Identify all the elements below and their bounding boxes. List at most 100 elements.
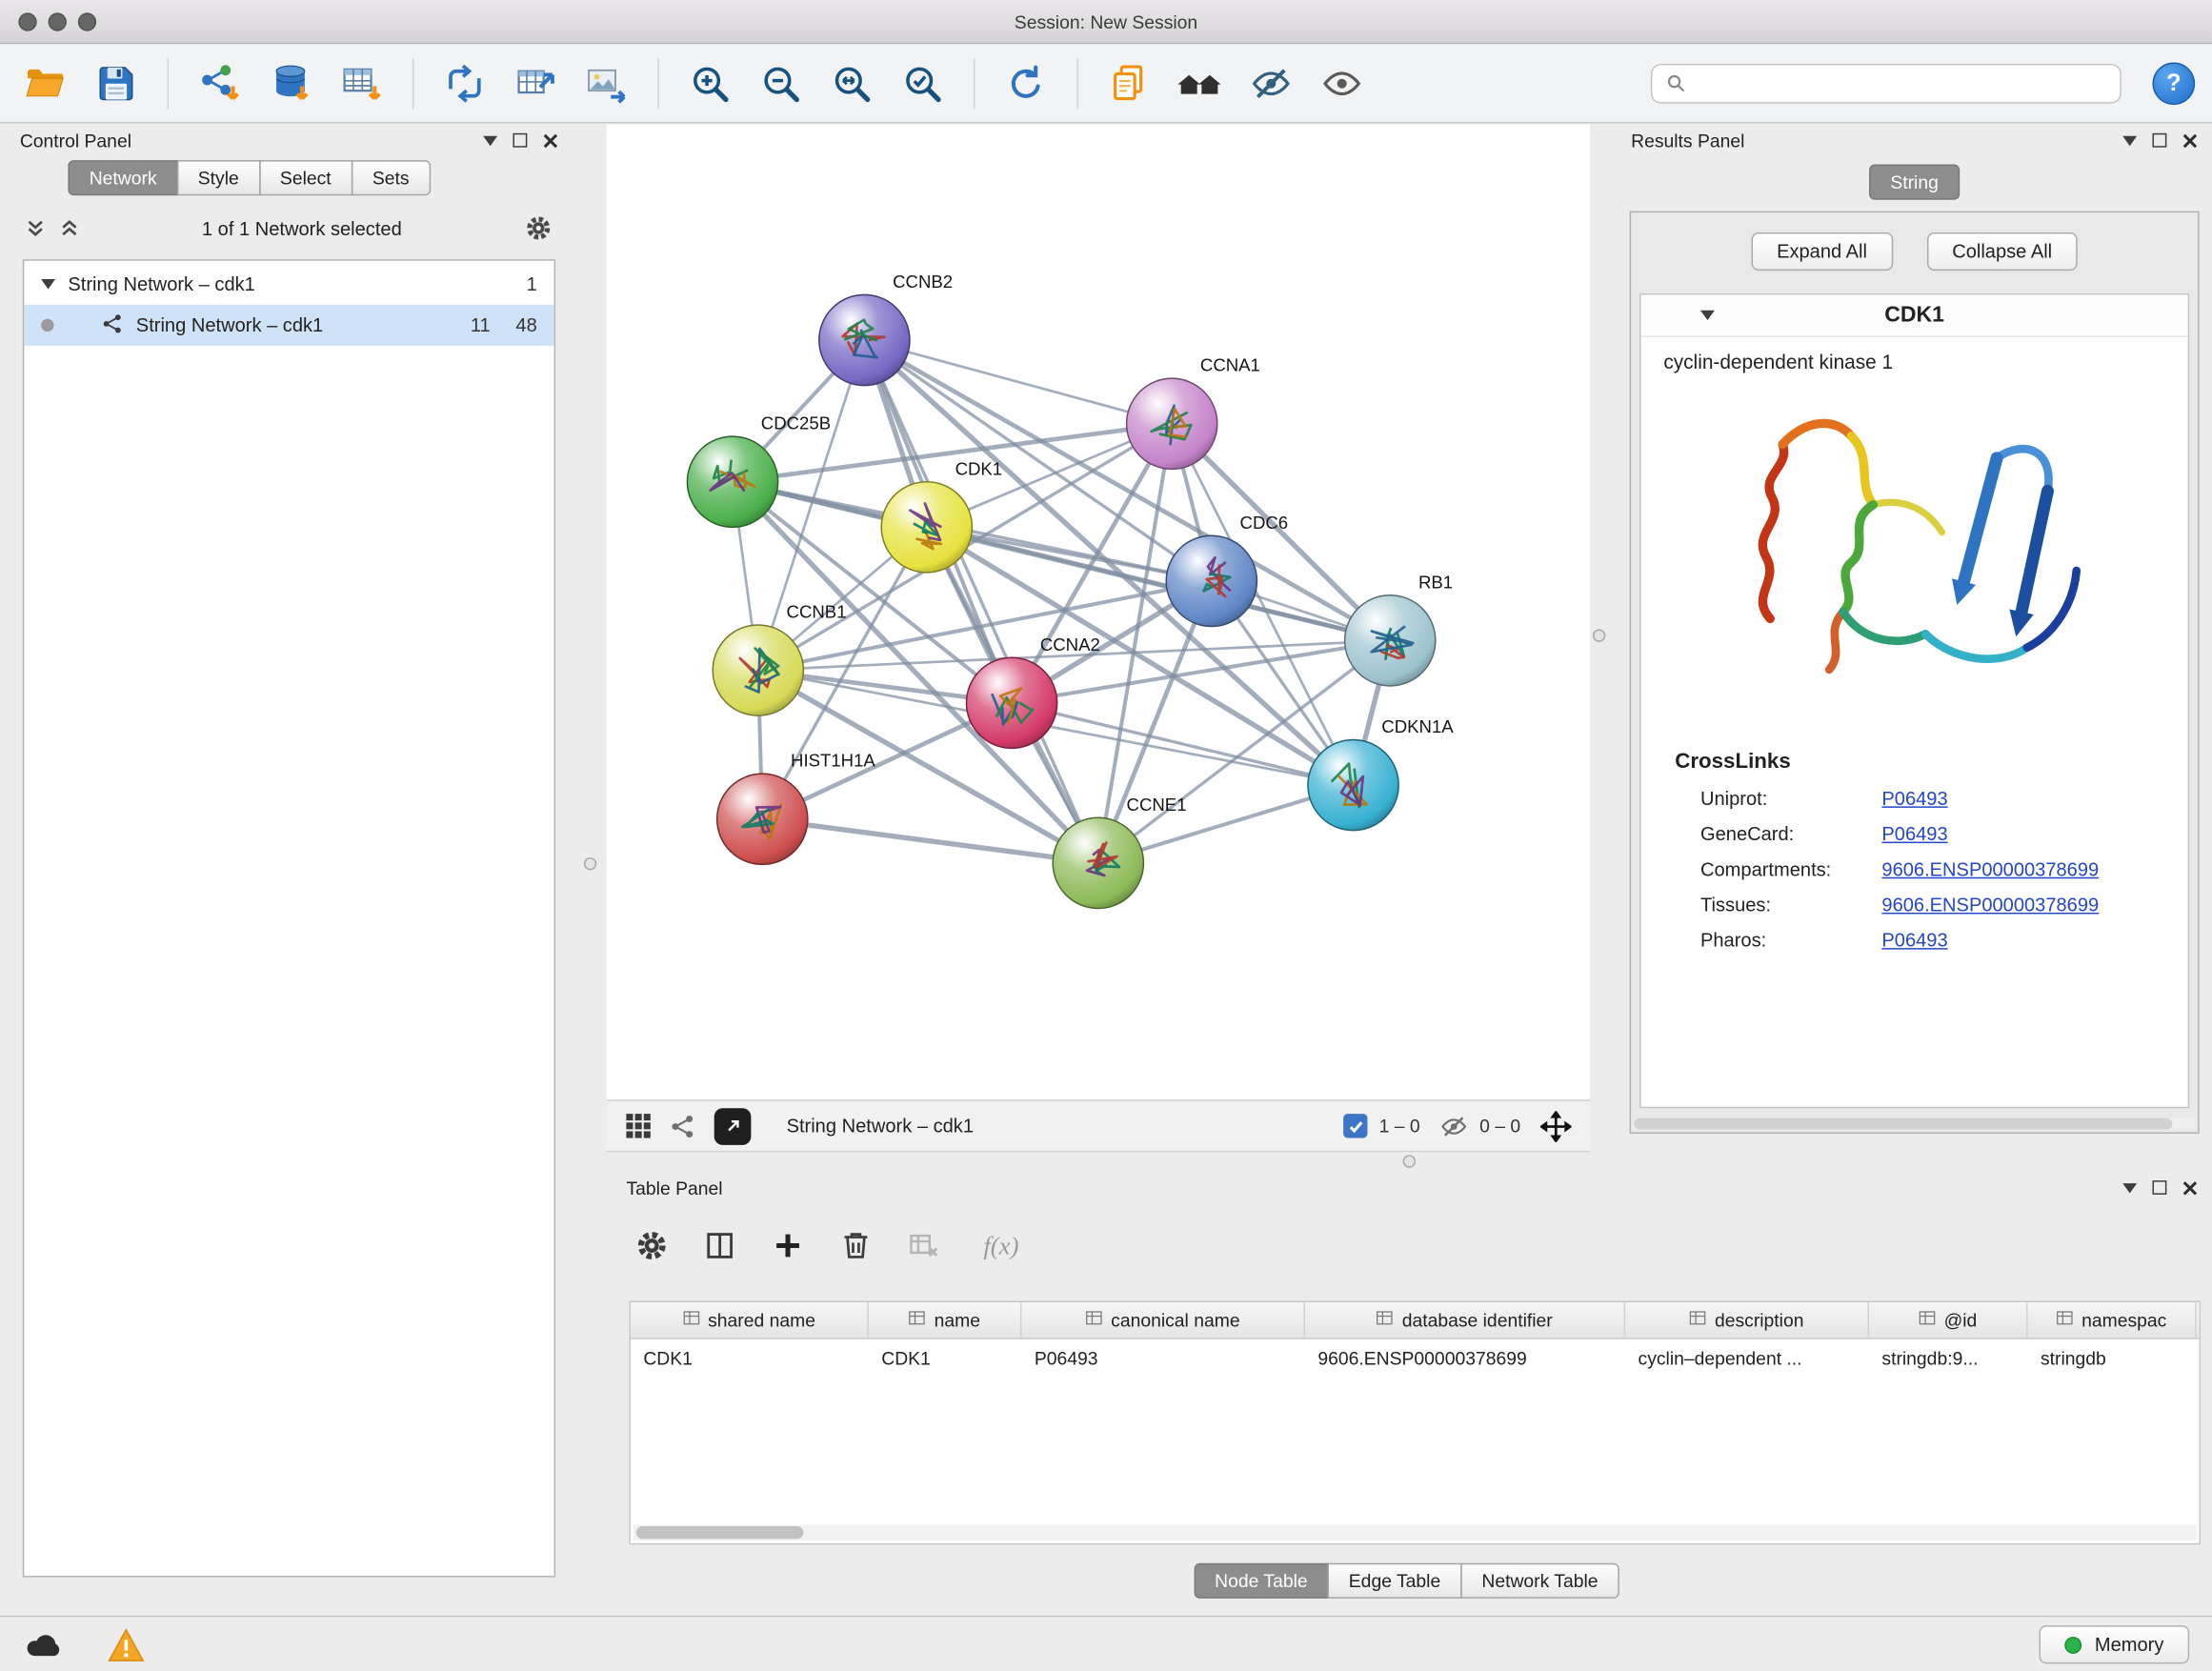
grid-view-icon[interactable] [625,1113,652,1139]
collapse-all-icon[interactable] [26,218,46,238]
network-graph[interactable]: CCNB2CCNA1CDC25BCDK1CDC6RB1CCNB1CCNA2CDK… [607,125,1590,1099]
network-layout-button[interactable] [436,53,493,112]
splitter-handle[interactable] [584,857,596,870]
panel-menu-icon[interactable] [2122,1182,2137,1192]
node-CDKN1A[interactable]: CDKN1A [1308,716,1454,831]
zoom-selected-button[interactable] [895,53,952,112]
crosslink-uniprot[interactable]: P06493 [1881,788,1947,809]
column-header-canonical-name[interactable]: canonical name [1021,1302,1305,1338]
memory-button[interactable]: Memory [2040,1625,2189,1663]
delete-trash-icon[interactable] [839,1229,874,1263]
table-horizontal-scrollbar[interactable] [633,1525,2197,1540]
network-canvas[interactable]: CCNB2CCNA1CDC25BCDK1CDC6RB1CCNB1CCNA2CDK… [607,125,1590,1099]
zoom-in-button[interactable] [681,53,738,112]
panel-menu-icon[interactable] [2122,135,2137,145]
search-input[interactable] [1695,72,2107,93]
help-button[interactable]: ? [2153,62,2196,105]
collapse-tree-icon[interactable] [41,279,55,289]
panel-close-icon[interactable] [2182,132,2198,148]
save-session-button[interactable] [88,53,144,112]
panel-float-icon[interactable] [2153,133,2167,148]
column-header-id[interactable]: @id [1869,1302,2028,1338]
column-header-database-identifier[interactable]: database identifier [1305,1302,1625,1338]
table-column-icon-wrap [1689,1309,1706,1330]
results-tab-string[interactable]: String [1869,165,1960,200]
protein-card-header[interactable]: CDK1 [1641,294,2188,337]
open-session-button[interactable] [17,53,74,112]
column-header-name[interactable]: name [869,1302,1022,1338]
search-box[interactable] [1651,63,2122,103]
column-header-description[interactable]: description [1625,1302,1869,1338]
maximize-window-button[interactable] [78,12,96,30]
eye-icon [1320,62,1363,105]
splitter-handle[interactable] [1403,1155,1416,1167]
protein-result-card: CDK1 cyclin-dependent kinase 1 [1639,293,2189,1108]
open-in-window-button[interactable] [714,1107,752,1144]
edge-CCNA2-CDKN1A[interactable] [1012,703,1353,785]
node-count: 11 [456,314,491,335]
panel-menu-icon[interactable] [483,135,497,145]
expand-all-icon[interactable] [59,218,79,238]
home-button[interactable] [1172,53,1229,112]
scrollbar-thumb[interactable] [636,1526,804,1539]
node-CDK1[interactable]: CDK1 [881,458,1002,573]
crosslink-compartments[interactable]: 9606.ENSP00000378699 [1881,858,2099,879]
crosslink-genecard[interactable]: P06493 [1881,823,1947,844]
crosslink-pharos[interactable]: P06493 [1881,930,1947,951]
results-horizontal-scrollbar[interactable] [1634,1118,2195,1130]
hidden-eye-slash-icon[interactable] [1439,1112,1468,1140]
tab-select[interactable]: Select [259,160,352,195]
close-window-button[interactable] [18,12,36,30]
node-CCNA1[interactable]: CCNA1 [1127,355,1260,470]
pan-crosshair-icon[interactable] [1540,1110,1572,1141]
tab-sets[interactable]: Sets [352,160,431,195]
crosslink-tissues[interactable]: 9606.ENSP00000378699 [1881,895,2099,916]
tab-style[interactable]: Style [176,160,260,195]
refresh-view-button[interactable] [997,53,1055,112]
panel-float-icon[interactable] [513,133,527,148]
import-network-from-file-button[interactable] [191,53,249,112]
import-table-from-file-button[interactable] [333,53,391,112]
insert-column-icon[interactable] [703,1229,737,1263]
table-row[interactable]: CDK1CDK1P064939606.ENSP00000378699cyclin… [631,1339,2200,1377]
zoom-out-button[interactable] [753,53,810,112]
panel-close-icon[interactable] [543,132,558,148]
tab-network[interactable]: Network [68,160,178,195]
tab-edge-table[interactable]: Edge Table [1327,1563,1461,1599]
network-overview-icon[interactable] [671,1113,696,1138]
node-HIST1H1A[interactable]: HIST1H1A [717,751,876,865]
warning-icon[interactable] [108,1627,145,1661]
splitter-handle[interactable] [1593,629,1605,641]
table-panel: Table Panel f(x) shared namenamecanonica… [607,1171,2206,1603]
node-CCNB2[interactable]: CCNB2 [819,272,953,386]
collapse-card-icon[interactable] [1700,311,1715,320]
minimize-window-button[interactable] [49,12,67,30]
edge-CCNB2-CCNE1[interactable] [864,340,1097,863]
column-header-namespac[interactable]: namespac [2028,1302,2197,1338]
network-tree-row[interactable]: String Network – cdk11 [24,264,553,305]
scrollbar-thumb[interactable] [1634,1118,2172,1130]
export-table-button[interactable] [508,53,565,112]
column-header-shared-name[interactable]: shared name [631,1302,869,1338]
show-all-button[interactable] [1314,53,1371,112]
zoom-fit-button[interactable] [823,53,880,112]
export-image-button[interactable] [578,53,635,112]
copy-button[interactable] [1101,53,1158,112]
panel-float-icon[interactable] [2153,1180,2167,1195]
expand-all-button[interactable]: Expand All [1751,232,1892,271]
import-network-from-database-button[interactable] [262,53,319,112]
cloud-icon[interactable] [23,1629,66,1661]
edge-HIST1H1A-CCNE1[interactable] [762,819,1098,863]
tab-network-table[interactable]: Network Table [1460,1563,1619,1599]
node-selection-checkbox[interactable] [1343,1114,1367,1137]
network-tree-row[interactable]: String Network – cdk11148 [24,305,553,346]
gear-icon[interactable] [524,214,553,243]
hide-selected-button[interactable] [1243,53,1300,112]
node-RB1[interactable]: RB1 [1345,572,1453,686]
function-builder-icon[interactable]: f(x) [983,1231,1018,1260]
tab-node-table[interactable]: Node Table [1194,1563,1329,1599]
table-settings-gear-icon[interactable] [634,1229,669,1263]
collapse-all-button[interactable]: Collapse All [1926,232,2077,271]
add-column-plus-icon[interactable] [771,1229,805,1263]
panel-close-icon[interactable] [2182,1179,2198,1195]
